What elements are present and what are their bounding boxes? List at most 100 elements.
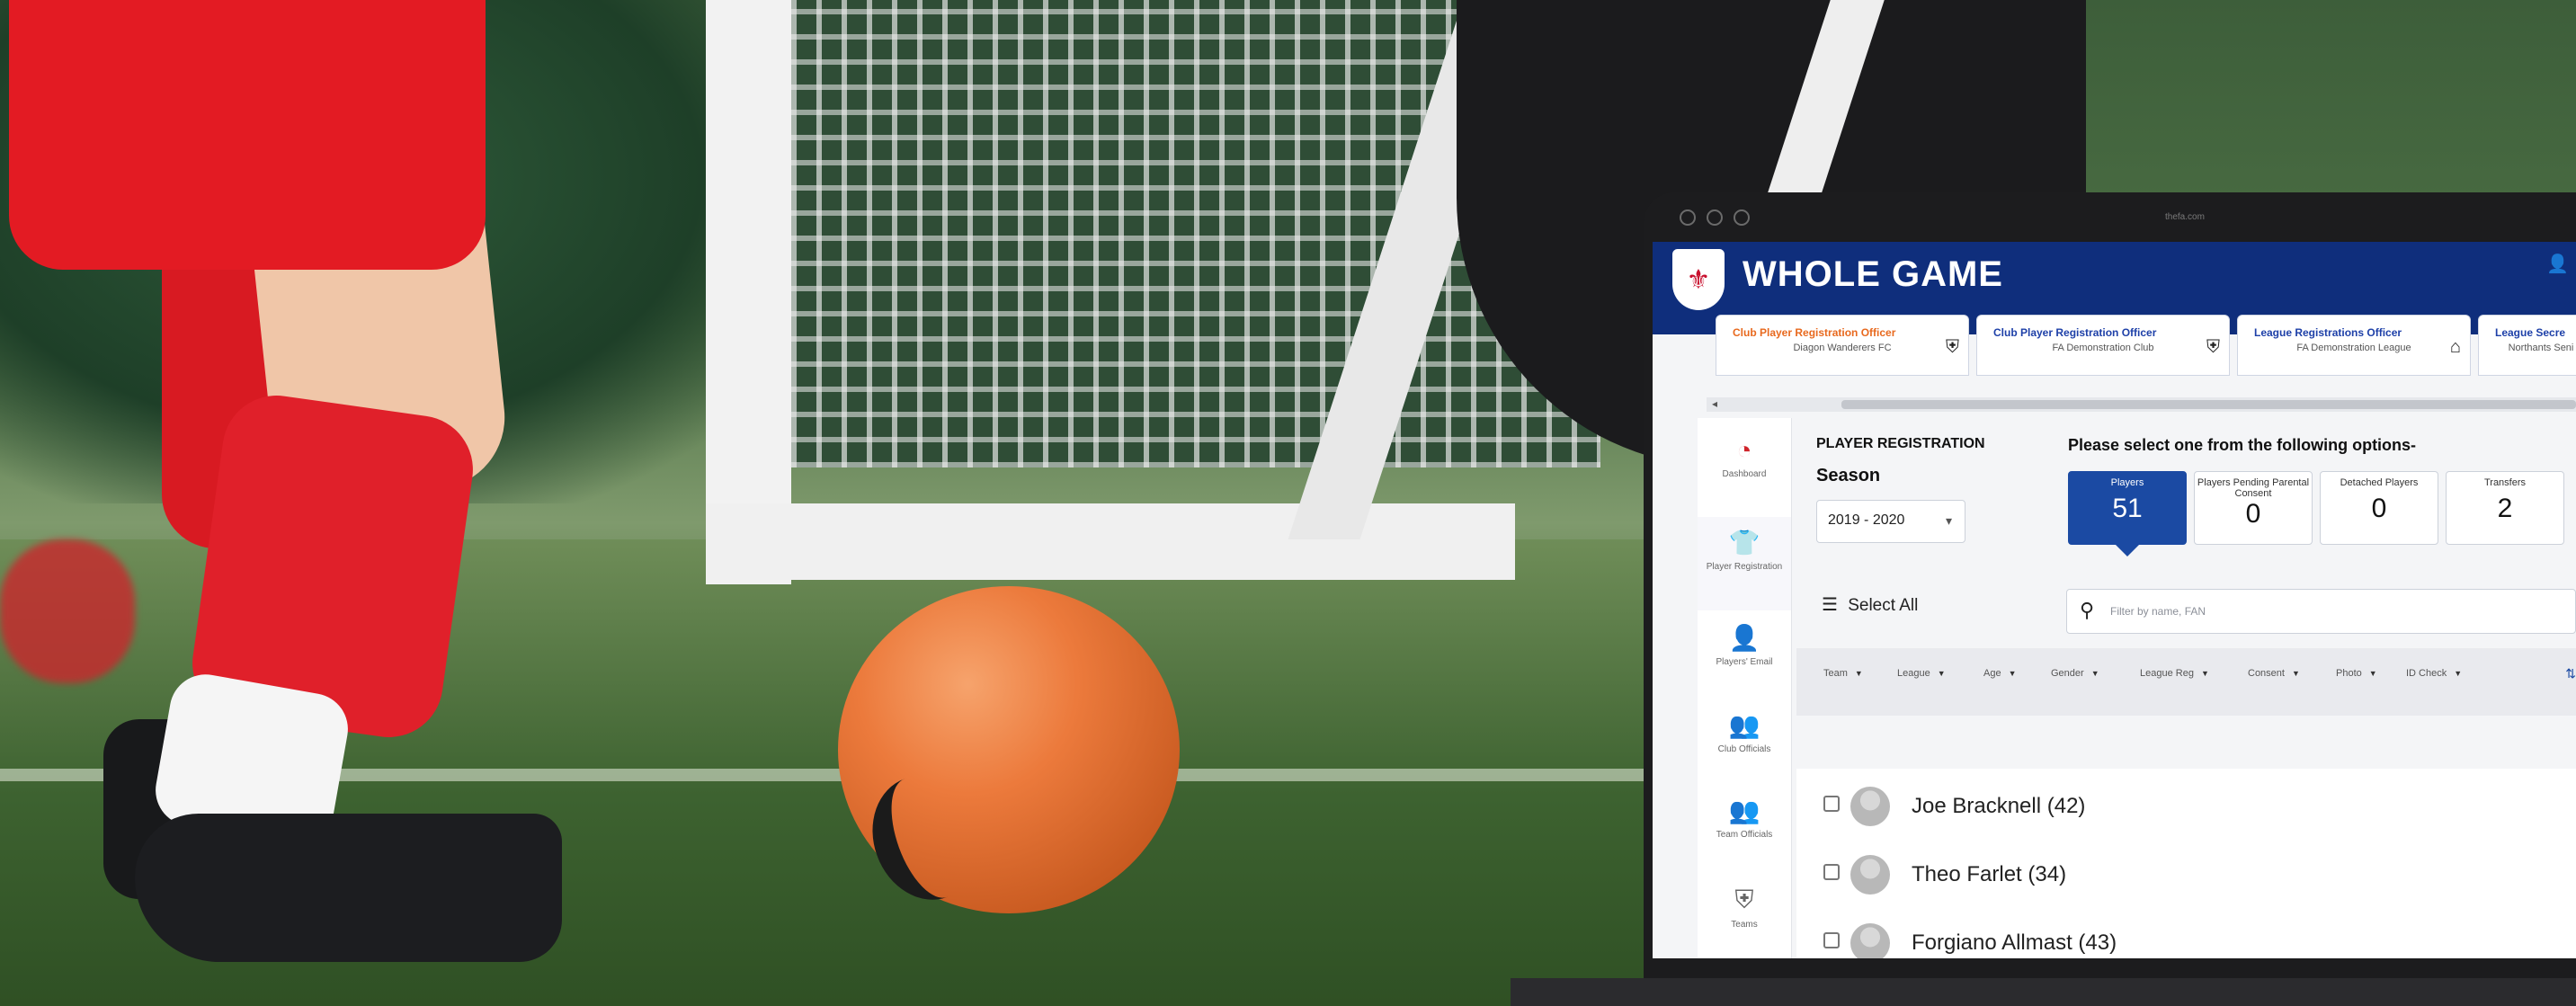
option-detached-players[interactable]: Detached Players 0: [2320, 471, 2438, 545]
chevron-down-icon: ▼: [2368, 669, 2377, 678]
row-checkbox[interactable]: [1823, 796, 1840, 812]
column-league[interactable]: League ▼: [1897, 668, 1946, 679]
sidebar-item-label: Teams: [1731, 920, 1758, 930]
avatar: [1850, 855, 1890, 895]
column-photo[interactable]: Photo ▼: [2336, 668, 2377, 679]
laptop-frame: thefa.com ⚜ WHOLE GAME 👤 Club Player Reg…: [1644, 192, 2576, 981]
tab-role-label: League Secre: [2495, 326, 2566, 339]
add-user-icon: 👤: [1728, 624, 1760, 652]
tab-org-label: FA Demonstration League: [2296, 343, 2411, 353]
group-icon: 👥: [1728, 711, 1760, 739]
tabs-scrollbar[interactable]: ◂: [1707, 397, 2576, 412]
chevron-down-icon: ▼: [2291, 669, 2300, 678]
player-boot: [135, 814, 562, 962]
select-all-label: Select All: [1848, 596, 1919, 615]
tab-role-4[interactable]: League Secre Northants Seni: [2478, 315, 2576, 376]
goal-post: [706, 0, 791, 584]
option-pending-consent[interactable]: Players Pending Parental Consent 0: [2194, 471, 2313, 545]
sidebar-item-dashboard[interactable]: ◔ Dashboard: [1698, 436, 1791, 480]
sidebar-item-label: Club Officials: [1717, 744, 1771, 754]
tab-org-label: Northants Seni: [2508, 343, 2574, 353]
table-row[interactable]: Theo Farlet (34): [1796, 837, 2576, 906]
option-count: 51: [2112, 494, 2143, 523]
sidebar-item-players-email[interactable]: 👤 Players' Email: [1698, 623, 1791, 668]
window-titlebar: thefa.com: [1644, 192, 2576, 242]
football: [838, 586, 1180, 913]
option-label: Players: [2110, 477, 2144, 488]
sidebar-item-player-registration[interactable]: 👕 Player Registration: [1698, 517, 1791, 610]
sidebar-item-label: Players' Email: [1716, 657, 1773, 667]
home-icon: ⌂: [2449, 337, 2461, 357]
table-row[interactable]: Forgiano Allmast (43): [1796, 905, 2576, 958]
app-screen: ⚜ WHOLE GAME 👤 Club Player Registration …: [1653, 242, 2576, 958]
laptop-base: [1511, 978, 2576, 1006]
season-value: 2019 - 2020: [1828, 512, 1905, 528]
sidebar-item-label: Dashboard: [1722, 469, 1767, 479]
table-row[interactable]: Joe Bracknell (42): [1796, 769, 2576, 838]
avatar: [1850, 787, 1890, 826]
scroll-left-icon[interactable]: ◂: [1712, 397, 1717, 410]
column-id-check[interactable]: ID Check ▼: [2406, 668, 2462, 679]
caret-down-icon: ▾: [1945, 513, 1952, 528]
fa-crest-logo: ⚜: [1672, 249, 1725, 310]
option-count: 0: [2245, 499, 2261, 529]
dashboard-icon: ◔: [1736, 436, 1752, 464]
column-consent[interactable]: Consent ▼: [2248, 668, 2300, 679]
sort-icon[interactable]: ⇅: [2565, 666, 2576, 681]
url-text: thefa.com: [2165, 212, 2205, 222]
sidebar: ◔ Dashboard 👕 Player Registration 👤 Play…: [1698, 418, 1792, 958]
option-transfers[interactable]: Transfers 2: [2446, 471, 2564, 545]
brand-title: WHOLE GAME: [1743, 254, 2003, 294]
scrollbar-thumb[interactable]: [1841, 400, 2576, 409]
avatar: [1850, 923, 1890, 958]
option-label: Players Pending Parental Consent: [2197, 477, 2310, 499]
background-player: [0, 539, 135, 683]
chevron-down-icon: ▼: [2090, 669, 2099, 678]
option-count: 0: [2371, 494, 2387, 523]
chevron-down-icon: ▼: [2200, 669, 2209, 678]
sidebar-item-club-officials[interactable]: 👥 Club Officials: [1698, 710, 1791, 755]
option-label: Transfers: [2483, 477, 2527, 488]
club-badge-icon: ⛨: [1946, 337, 1959, 357]
option-count: 2: [2497, 494, 2513, 523]
shield-icon: ⛨: [1734, 886, 1754, 913]
window-maximize-dot[interactable]: [1734, 209, 1750, 226]
column-league-reg[interactable]: League Reg ▼: [2140, 668, 2209, 679]
option-players[interactable]: Players 51: [2068, 471, 2187, 556]
column-team[interactable]: Team ▼: [1823, 668, 1863, 679]
tab-org-label: Diagon Wanderers FC: [1793, 343, 1892, 353]
sidebar-item-label: Player Registration: [1706, 562, 1783, 572]
team-group-icon: 👥: [1728, 797, 1760, 824]
tab-role-label: League Registrations Officer: [2254, 326, 2402, 339]
season-select[interactable]: 2019 - 2020 ▾: [1816, 500, 1965, 543]
tab-role-label: Club Player Registration Officer: [1993, 326, 2157, 339]
list-icon: ☰: [1822, 595, 1838, 615]
main-content: PLAYER REGISTRATION Season 2019 - 2020 ▾…: [1796, 418, 2576, 958]
chevron-down-icon: ▼: [1854, 669, 1863, 678]
sidebar-item-team-officials[interactable]: 👥 Team Officials: [1698, 796, 1791, 841]
role-tabs: Club Player Registration Officer Diagon …: [1716, 315, 2576, 376]
player-name: Joe Bracknell (42): [1912, 794, 2086, 818]
window-minimize-dot[interactable]: [1707, 209, 1723, 226]
player-name: Theo Farlet (34): [1912, 862, 2067, 886]
chevron-down-icon: ▼: [2454, 669, 2463, 678]
sidebar-item-teams[interactable]: ⛨ Teams: [1698, 886, 1791, 930]
player-shirt-icon: 👕: [1728, 529, 1760, 556]
tab-org-label: FA Demonstration Club: [2052, 343, 2154, 353]
select-all-button[interactable]: ☰ Select All: [1822, 593, 1918, 616]
column-age[interactable]: Age ▼: [1983, 668, 2017, 679]
row-checkbox[interactable]: [1823, 932, 1840, 948]
row-checkbox[interactable]: [1823, 864, 1840, 880]
column-filter-bar: Team ▼ League ▼ Age ▼ Gender ▼ League Reg ▼ C…: [1796, 648, 2576, 716]
tab-role-3[interactable]: League Registrations Officer FA Demonstr…: [2237, 315, 2471, 376]
tab-role-1[interactable]: Club Player Registration Officer Diagon …: [1716, 315, 1969, 376]
sidebar-item-label: Team Officials: [1716, 830, 1773, 840]
window-close-dot[interactable]: [1680, 209, 1696, 226]
user-icon[interactable]: 👤: [2546, 253, 2569, 275]
filter-placeholder: Filter by name, FAN: [2110, 605, 2206, 618]
filter-input[interactable]: ⚲ Filter by name, FAN: [2066, 589, 2576, 634]
tab-role-label: Club Player Registration Officer: [1733, 326, 1896, 339]
goal-bar: [706, 503, 1515, 580]
column-gender[interactable]: Gender ▼: [2051, 668, 2099, 679]
tab-role-2[interactable]: Club Player Registration Officer FA Demo…: [1976, 315, 2230, 376]
